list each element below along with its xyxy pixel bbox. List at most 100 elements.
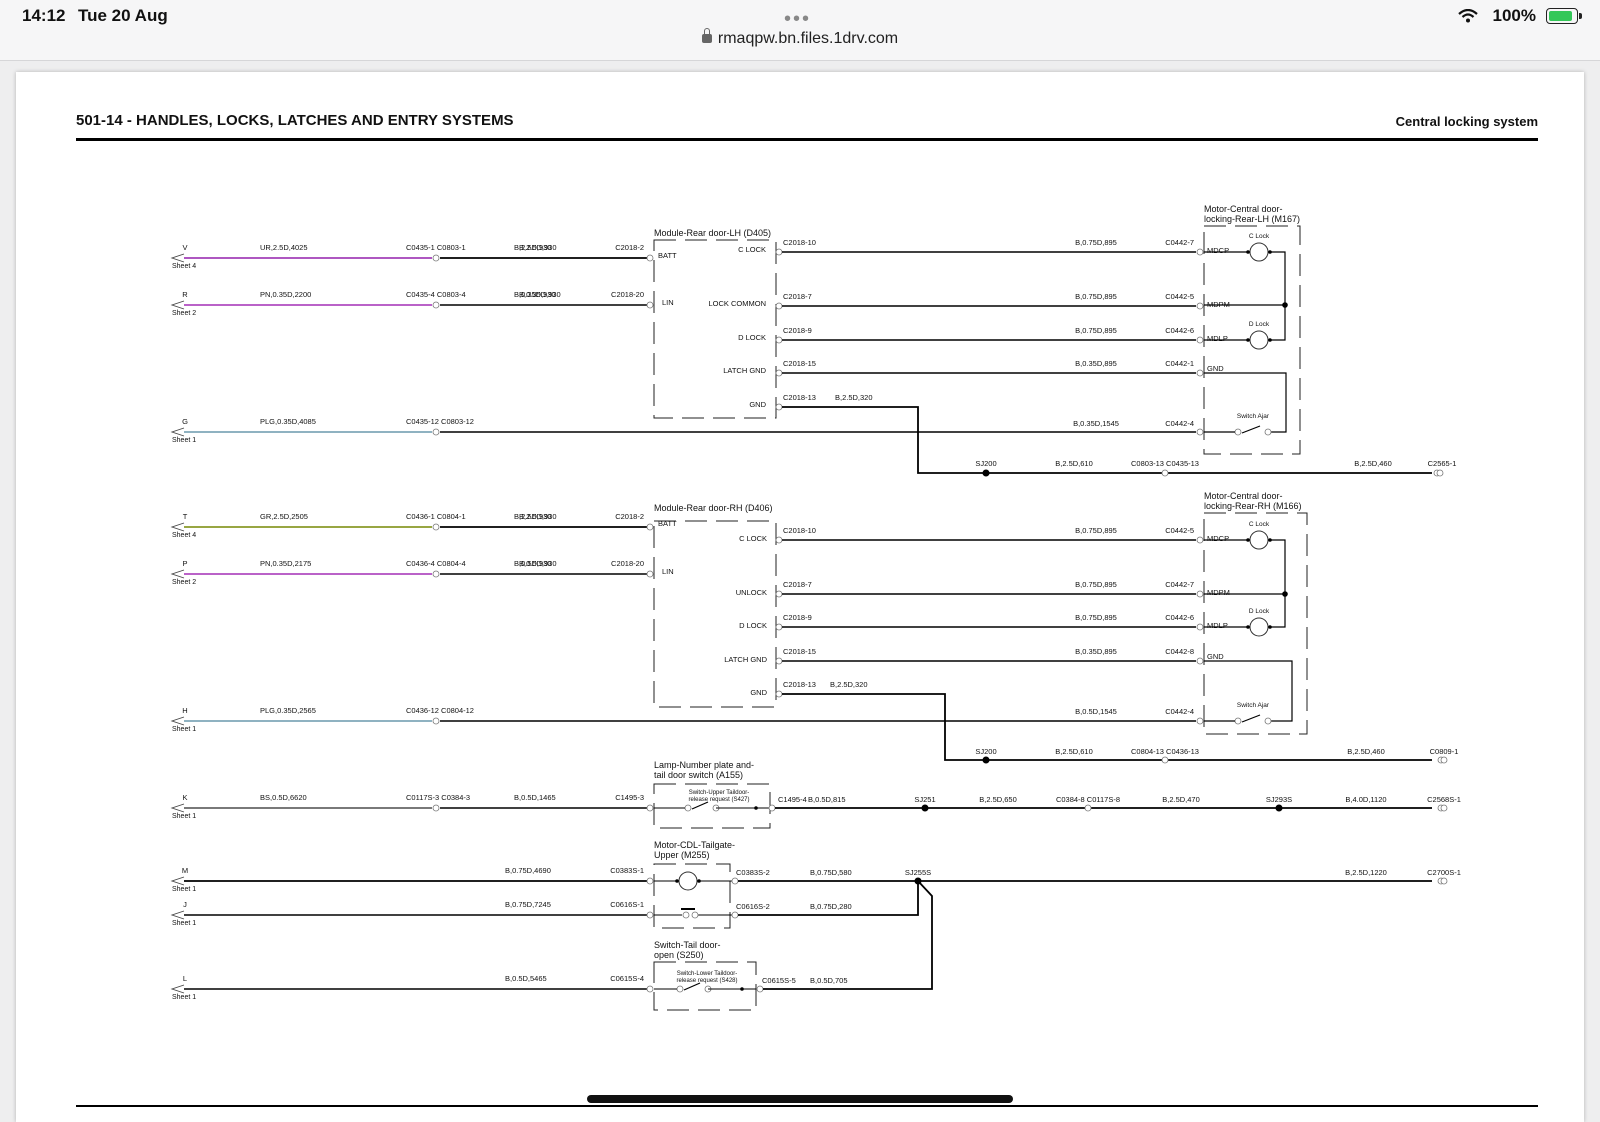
c-lock-motor-icon [1249, 530, 1269, 550]
pin-label: C0615S-4 [610, 974, 644, 983]
connector-ring [1196, 536, 1204, 544]
wire-label: PLG,0.35D,2565 [260, 706, 316, 715]
wire-label: B,2.5D,610 [1055, 747, 1093, 756]
sheet-letter: L [183, 974, 187, 983]
switch-label: Switch Ajar [1237, 702, 1270, 709]
connector-ring [432, 570, 440, 578]
motor-lead [1270, 305, 1286, 341]
end-connector-label: C0809-1 [1430, 747, 1459, 756]
connector-label: C0442-6 [1165, 613, 1194, 622]
switch-label: release request (S427) [688, 797, 749, 803]
motor-label: C Lock [1249, 521, 1270, 528]
connector-ring [1196, 336, 1204, 344]
wire-label: B,2.5D,650 [979, 795, 1017, 804]
switch-ajar-icon [1241, 714, 1261, 723]
wire-label: B,2.5D,610 [1055, 459, 1093, 468]
motor-pin-name: MDLP [1207, 334, 1228, 343]
connector-ring [1161, 469, 1169, 477]
sheet-arrow-icon [170, 716, 185, 726]
wire-label: PN,0.35D,2175 [260, 559, 311, 568]
pin-label: C1495-3 [615, 793, 644, 802]
wire-label: B,0.75D,895 [1075, 526, 1117, 535]
connector-label: C0442-8 [1165, 647, 1194, 656]
sheet-ref: Sheet 1 [172, 726, 196, 733]
c-lock-motor-icon [1249, 242, 1269, 262]
splice-label: SJ251 [914, 795, 935, 804]
pin-label: C0616S-1 [610, 900, 644, 909]
splice-label: SJ200 [975, 747, 996, 756]
pin-label: C2018-20 [611, 559, 644, 568]
motor-pin-name: MDCP [1207, 246, 1229, 255]
pin-name: GND [749, 400, 766, 409]
d406-module-box [653, 520, 777, 708]
sheet-arrow-icon [170, 569, 185, 579]
pin-ring [646, 301, 654, 309]
end-connector-label: C2568S-1 [1427, 795, 1461, 804]
motor-title: Motor-Central door- [1204, 204, 1283, 214]
connector-label: C0436-12 C0804-12 [406, 706, 474, 715]
sheet-ref: Sheet 2 [172, 579, 196, 586]
wire-label: BS,0.5D,6620 [260, 793, 307, 802]
motor-label: D Lock [1249, 321, 1270, 328]
d-lock-motor-icon [1249, 617, 1269, 637]
d405-module-box [653, 239, 777, 419]
pin-name: C LOCK [738, 245, 766, 254]
motor-lead [1270, 251, 1286, 305]
pin-name: C LOCK [739, 534, 767, 543]
home-indicator[interactable] [587, 1095, 1013, 1103]
module-title: Upper (M255) [654, 850, 710, 860]
pin-name: BATT [658, 519, 677, 528]
pin-ring [646, 254, 654, 262]
rh-ground-wire [782, 693, 1432, 761]
wire-label: B,0.5D,1465 [514, 793, 556, 802]
wire-label: B,0.75D,895 [1075, 613, 1117, 622]
wire-label: B,0.75D,280 [810, 902, 852, 911]
motor-pin-name: MDCP [1207, 534, 1229, 543]
latch-ground-lead [1204, 372, 1287, 433]
pin-label: C2018-10 [783, 238, 816, 247]
wire-label: B,0.5D,5465 [505, 974, 547, 983]
sheet-arrow-icon [170, 803, 185, 813]
wire-label: B,0.5D,705 [810, 976, 848, 985]
pin-label: C0383S-2 [736, 868, 770, 877]
pin-ring [775, 536, 783, 544]
switch-contact [1264, 717, 1272, 725]
motor-title: Motor-Central door- [1204, 491, 1283, 501]
sheet-letter: V [182, 243, 187, 252]
pin-name: D LOCK [738, 333, 766, 342]
pin-ring [646, 911, 654, 919]
wire-label: PLG,0.35D,4085 [260, 417, 316, 426]
sheet-ref: Sheet 2 [172, 310, 196, 317]
pin-label: C2018-20 [611, 290, 644, 299]
connector-label: C0442-7 [1165, 238, 1194, 247]
switch-contact [684, 804, 692, 812]
pin-ring [775, 590, 783, 598]
pin-ring [775, 403, 783, 411]
connector-ring [1196, 590, 1204, 598]
pin-name: UNLOCK [736, 588, 767, 597]
sheet-arrow-icon [170, 253, 185, 263]
sheet-arrow-icon [170, 427, 185, 437]
pin-label: C2018-13 [783, 393, 816, 402]
sj200-splice-dot [982, 756, 990, 764]
connector-ring [432, 301, 440, 309]
pin-ring [775, 657, 783, 665]
pin-name: LIN [662, 298, 674, 307]
sheet-letter: P [182, 559, 187, 568]
pin-ring [775, 369, 783, 377]
wire-label: B,0.75D,895 [1075, 326, 1117, 335]
switch-label: Switch-Upper Taildoor- [689, 790, 750, 796]
pin-label: C2018-10 [783, 526, 816, 535]
motor-lead [1270, 594, 1286, 628]
connector-label: C0117S-3 C0384-3 [406, 793, 470, 802]
connector-label: C0804-13 C0436-13 [1131, 747, 1199, 756]
wire-label: B,2.5D,460 [1354, 459, 1392, 468]
pin-name: LIN [662, 567, 674, 576]
connector-ring [1196, 248, 1204, 256]
motor-title: locking-Rear-LH (M167) [1204, 214, 1300, 224]
ground-ring [1440, 804, 1448, 812]
wire-label: B,0.5D,815 [808, 795, 846, 804]
pin-name: LATCH GND [723, 366, 766, 375]
pin-label: C0616S-2 [736, 902, 770, 911]
module-title: Switch-Tail door- [654, 940, 721, 950]
